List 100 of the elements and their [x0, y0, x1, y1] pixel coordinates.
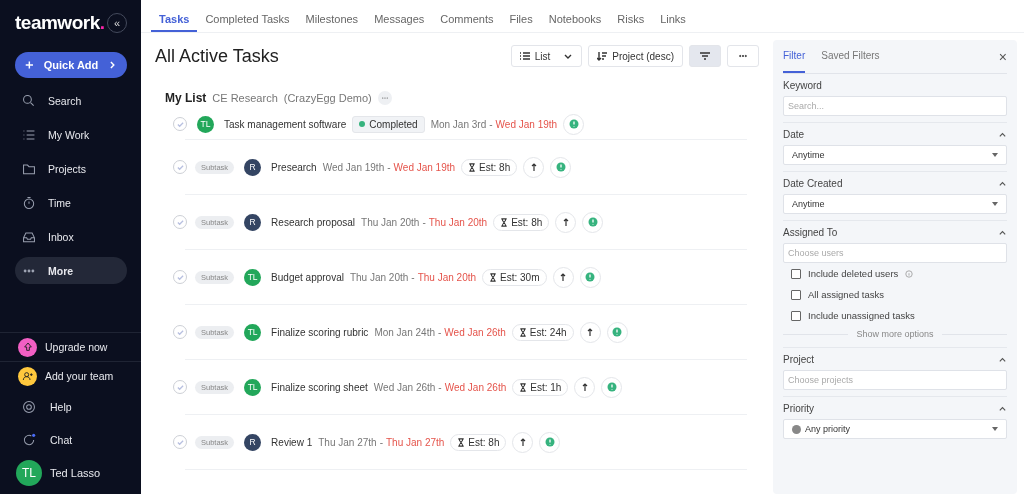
date-separator: - — [387, 161, 391, 173]
tab[interactable]: Tasks — [151, 0, 198, 32]
filter-label: Date — [783, 129, 805, 140]
due-date[interactable]: Wed Jan 19th — [393, 161, 456, 173]
close-button[interactable]: × — [998, 40, 1007, 73]
sort-button[interactable]: Project (desc) — [588, 45, 683, 67]
chat-icon — [22, 432, 36, 447]
dropdown[interactable]: Any priority — [783, 419, 1007, 439]
checkbox[interactable] — [791, 289, 801, 300]
date-separator: - — [489, 118, 493, 130]
option-label: Include unassigned tasks — [808, 310, 915, 321]
start-date[interactable]: Thu Jan 20th — [361, 216, 420, 228]
chevron-up-icon[interactable] — [998, 355, 1007, 364]
task-name[interactable]: Presearch — [271, 161, 317, 173]
show-more-options-link[interactable]: Show more options — [856, 329, 934, 339]
due-date[interactable]: Thu Jan 27th — [385, 436, 445, 448]
start-date[interactable]: Wed Jan 26th — [373, 381, 436, 393]
sidebar-item[interactable]: Chat — [0, 423, 141, 456]
info-icon[interactable] — [905, 269, 914, 278]
start-date[interactable]: Mon Jan 24th — [374, 326, 435, 338]
view-dropdown[interactable]: List — [510, 45, 583, 67]
sidebar-item[interactable]: Upgrade now — [0, 332, 141, 361]
tab[interactable]: Notebooks — [540, 0, 610, 32]
keyword-field[interactable]: Search... — [783, 96, 1007, 116]
filter-label: Assigned To — [783, 227, 838, 238]
project-name[interactable]: CE Research — [212, 92, 278, 104]
filter-tab[interactable]: Filter — [783, 40, 806, 73]
teamwork-logo: teamwork. — [15, 12, 105, 34]
plus-icon — [25, 59, 34, 71]
sidebar-item[interactable]: Time — [15, 189, 127, 216]
filter-icon — [700, 51, 710, 61]
checkbox[interactable] — [791, 268, 801, 279]
date-separator: - — [422, 216, 426, 228]
tab[interactable]: Milestones — [297, 0, 367, 32]
chevron-up-icon[interactable] — [998, 404, 1007, 413]
page-title: All Active Tasks — [155, 45, 280, 67]
sidebar-item[interactable]: My Work — [15, 121, 127, 148]
sidebar-item[interactable]: More — [15, 257, 127, 284]
filter-tab[interactable]: Saved Filters — [821, 40, 880, 73]
start-date[interactable]: Wed Jan 19th — [322, 161, 385, 173]
due-date[interactable]: Wed Jan 19th — [495, 118, 558, 130]
date-separator: - — [379, 436, 383, 448]
checkbox[interactable] — [791, 310, 801, 321]
task-name[interactable]: Task management software — [224, 118, 347, 130]
lifebuoy-icon — [22, 399, 36, 414]
tab[interactable]: Links — [652, 0, 694, 32]
list-icon — [519, 51, 530, 61]
due-date[interactable]: Wed Jan 26th — [444, 326, 506, 338]
start-date[interactable]: Thu Jan 20th — [349, 271, 409, 283]
task-name[interactable]: Finalize scoring rubric — [271, 326, 369, 338]
chevron-up-icon[interactable] — [998, 130, 1007, 139]
priority-icon — [792, 424, 801, 434]
checkmark-icon — [176, 163, 184, 171]
option-label: Include deleted users — [808, 268, 899, 279]
date-separator: - — [438, 326, 442, 338]
option-label: All assigned tasks — [808, 289, 885, 300]
list-menu-icon[interactable] — [377, 91, 392, 105]
sidebar-item[interactable]: Search — [15, 87, 127, 114]
checkmark-icon — [176, 218, 184, 226]
filter-label: Date Created — [783, 178, 843, 189]
task-name[interactable]: Budget approval — [271, 271, 344, 283]
checkmark-icon — [176, 438, 184, 446]
inbox-icon — [22, 229, 36, 244]
due-date[interactable]: Wed Jan 26th — [444, 381, 507, 393]
sidebar-item[interactable]: Projects — [15, 155, 127, 182]
tab[interactable]: Completed Tasks — [197, 0, 298, 32]
quick-add-button[interactable]: Quick Add — [15, 52, 127, 78]
tab[interactable]: Files — [501, 0, 541, 32]
assignee-avatar[interactable]: R — [244, 158, 262, 176]
filter-button[interactable] — [689, 45, 721, 67]
tab[interactable]: Messages — [366, 0, 433, 32]
sidebar-item[interactable]: Inbox — [15, 223, 127, 250]
checkmark-icon — [176, 273, 184, 281]
chevron-right-icon — [108, 59, 117, 71]
folder-icon — [22, 161, 36, 176]
dropdown[interactable]: Anytime — [783, 145, 1007, 165]
assignee-avatar[interactable]: R — [244, 433, 262, 451]
task-name[interactable]: Review 1 — [271, 436, 313, 448]
task-name[interactable]: Finalize scoring sheet — [271, 381, 368, 393]
start-date[interactable]: Thu Jan 27th — [318, 436, 377, 448]
checkmark-icon — [176, 328, 184, 336]
dropdown[interactable]: Anytime — [783, 194, 1007, 214]
assignee-avatar[interactable]: R — [244, 213, 262, 231]
start-date[interactable]: Mon Jan 3rd — [430, 118, 487, 130]
due-date[interactable]: Thu Jan 20th — [417, 271, 477, 283]
chevron-up-icon[interactable] — [998, 179, 1007, 188]
due-date[interactable]: Thu Jan 20th — [428, 216, 488, 228]
checkmark-icon — [176, 383, 184, 391]
chevron-up-icon[interactable] — [998, 228, 1007, 237]
date-separator: - — [411, 271, 415, 283]
sidebar-item[interactable]: Add your team — [0, 361, 141, 390]
tab[interactable]: Comments — [432, 0, 502, 32]
stopwatch-icon — [22, 195, 36, 210]
status-badge[interactable]: Completed — [352, 115, 425, 133]
filter-label: Project — [783, 354, 815, 365]
sidebar-item[interactable]: Help — [0, 390, 141, 423]
sort-icon — [597, 51, 608, 61]
tab[interactable]: Risks — [609, 0, 653, 32]
task-name[interactable]: Research proposal — [271, 216, 356, 228]
filter-label: Keyword — [783, 80, 822, 91]
